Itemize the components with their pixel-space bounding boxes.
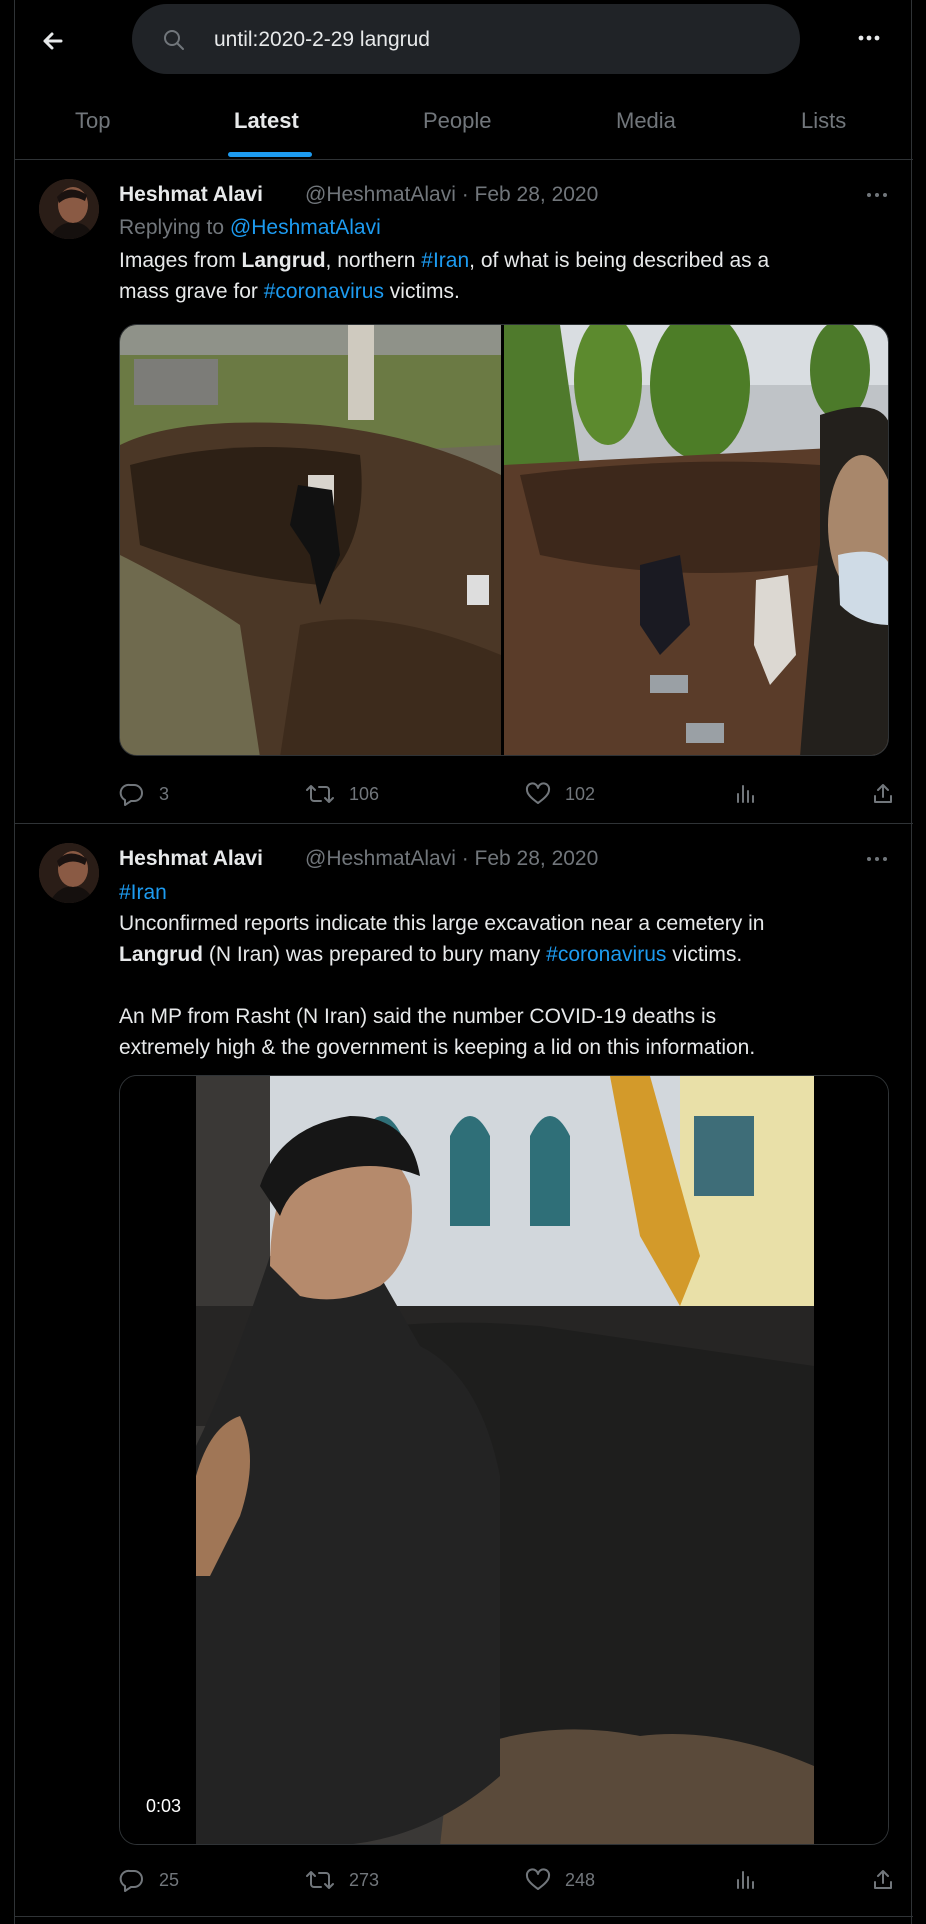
hashtag-link[interactable]: #Iran bbox=[421, 249, 469, 272]
share-icon bbox=[874, 1870, 892, 1889]
more-icon bbox=[858, 35, 880, 41]
text-span: victims. bbox=[666, 943, 743, 966]
heart-icon bbox=[525, 1868, 551, 1890]
share-button[interactable] bbox=[871, 779, 895, 809]
text-span: extremely high & the government is keepi… bbox=[119, 1036, 756, 1059]
active-tab-indicator bbox=[228, 152, 312, 157]
retweet-count: 106 bbox=[349, 783, 380, 804]
reply-count: 3 bbox=[159, 783, 170, 804]
analytics-button[interactable] bbox=[733, 1865, 757, 1895]
tweet-more-button[interactable] bbox=[863, 849, 891, 869]
photo-left[interactable] bbox=[120, 325, 501, 756]
retweet-icon bbox=[306, 785, 334, 803]
text-span: (N Iran) was prepared to bury many bbox=[203, 943, 547, 966]
more-options-button[interactable] bbox=[853, 26, 885, 50]
text-span: Images from bbox=[119, 249, 242, 272]
search-tabs: Top Latest People Media Lists bbox=[15, 100, 913, 160]
tweet-text: #Iran Unconfirmed reports indicate this … bbox=[119, 877, 899, 1063]
share-button[interactable] bbox=[871, 1865, 895, 1895]
tweet-actions: 3 106 102 bbox=[119, 779, 899, 809]
tab-lists[interactable]: Lists bbox=[801, 108, 846, 134]
reply-icon bbox=[119, 1869, 143, 1892]
analytics-button[interactable] bbox=[733, 779, 757, 809]
reply-icon bbox=[119, 783, 143, 806]
tweet-photos[interactable] bbox=[119, 324, 889, 756]
tweet[interactable]: Heshmat Alavi @HeshmatAlavi · Feb 28, 20… bbox=[15, 825, 913, 1917]
reply-button[interactable]: 3 bbox=[119, 779, 169, 809]
author-name[interactable]: Heshmat Alavi bbox=[119, 183, 263, 207]
replying-to-label: Replying to bbox=[119, 216, 230, 239]
tab-media[interactable]: Media bbox=[616, 108, 676, 134]
text-span: mass grave for bbox=[119, 280, 264, 303]
text-bold: Langrud bbox=[119, 943, 203, 966]
retweet-icon bbox=[306, 1871, 334, 1889]
reply-count: 25 bbox=[159, 1869, 180, 1890]
tab-latest[interactable]: Latest bbox=[234, 108, 299, 134]
author-handle-and-date[interactable]: @HeshmatAlavi · Feb 28, 2020 bbox=[305, 847, 598, 871]
like-count: 102 bbox=[565, 783, 596, 804]
hashtag-link[interactable]: #coronavirus bbox=[264, 280, 384, 303]
tweet-text: Images from Langrud, northern #Iran, of … bbox=[119, 245, 899, 307]
text-span: victims. bbox=[383, 280, 460, 303]
video-frame bbox=[120, 1076, 888, 1844]
text-bold: Langrud bbox=[241, 249, 326, 272]
author-handle-and-date[interactable]: @HeshmatAlavi · Feb 28, 2020 bbox=[305, 183, 598, 207]
hashtag-link[interactable]: #coronavirus bbox=[546, 943, 666, 966]
photo-right[interactable] bbox=[504, 325, 889, 756]
analytics-icon bbox=[737, 785, 754, 803]
avatar[interactable] bbox=[39, 179, 99, 239]
photo-grid bbox=[120, 325, 889, 756]
search-icon bbox=[164, 30, 184, 50]
like-button[interactable]: 102 bbox=[525, 779, 595, 809]
arrow-left-icon bbox=[43, 32, 63, 50]
hashtag-link[interactable]: #Iran bbox=[119, 881, 167, 904]
text-span: , of what is being described as a bbox=[469, 249, 770, 272]
tweet[interactable]: Heshmat Alavi @HeshmatAlavi · Feb 28, 20… bbox=[15, 161, 913, 824]
like-count: 248 bbox=[565, 1869, 596, 1890]
tweet-more-button[interactable] bbox=[863, 185, 891, 205]
reply-button[interactable]: 25 bbox=[119, 1865, 179, 1895]
text-span: An MP from Rasht (N Iran) said the numbe… bbox=[119, 1005, 717, 1028]
retweet-count: 273 bbox=[349, 1869, 380, 1890]
share-icon bbox=[874, 784, 892, 803]
text-span: Unconfirmed reports indicate this large … bbox=[119, 912, 765, 935]
retweet-button[interactable]: 273 bbox=[305, 1865, 379, 1895]
video-duration: 0:03 bbox=[142, 1794, 186, 1819]
tab-top[interactable]: Top bbox=[75, 108, 110, 134]
search-input[interactable]: until:2020-2-29 langrud bbox=[132, 4, 800, 74]
more-icon bbox=[867, 857, 887, 861]
author-name[interactable]: Heshmat Alavi bbox=[119, 847, 263, 871]
tab-people[interactable]: People bbox=[423, 108, 492, 134]
timeline-column: until:2020-2-29 langrud Top Latest Peopl… bbox=[14, 0, 913, 1924]
analytics-icon bbox=[737, 1871, 754, 1889]
retweet-button[interactable]: 106 bbox=[305, 779, 379, 809]
search-query[interactable]: until:2020-2-29 langrud bbox=[214, 28, 430, 52]
search-header: until:2020-2-29 langrud Top Latest Peopl… bbox=[15, 0, 913, 160]
back-button[interactable] bbox=[37, 26, 73, 56]
replying-to: Replying to @HeshmatAlavi bbox=[119, 216, 381, 240]
heart-icon bbox=[525, 782, 551, 804]
replying-to-handle[interactable]: @HeshmatAlavi bbox=[230, 216, 381, 239]
avatar[interactable] bbox=[39, 843, 99, 903]
like-button[interactable]: 248 bbox=[525, 1865, 595, 1895]
more-icon bbox=[867, 193, 887, 197]
text-span: , northern bbox=[325, 249, 422, 272]
tweet-actions: 25 273 248 bbox=[119, 1865, 899, 1895]
tweet-video[interactable]: 0:03 bbox=[119, 1075, 889, 1845]
